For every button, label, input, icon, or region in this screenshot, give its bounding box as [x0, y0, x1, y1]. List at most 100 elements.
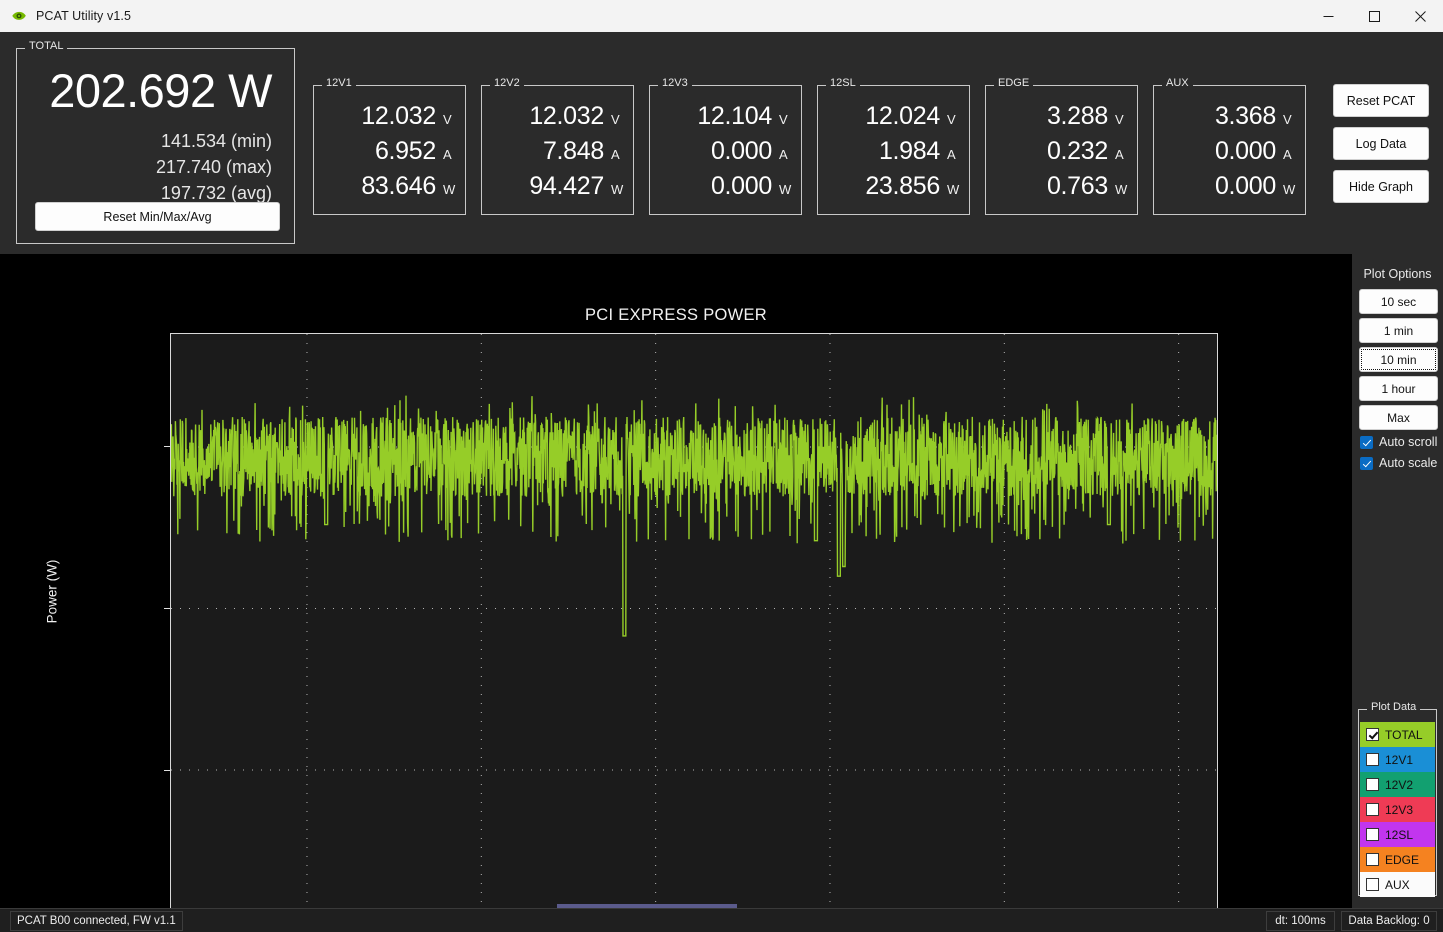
plot-data-item-12v1[interactable]: 12V1 [1360, 747, 1435, 772]
plot-data-item-aux[interactable]: AUX [1360, 872, 1435, 897]
plot-data-label: 12V2 [1385, 777, 1414, 792]
channel-current-value: 0.000 [1214, 137, 1276, 165]
chart-series-total [171, 395, 1217, 637]
nvidia-eye-logo-icon [11, 8, 27, 24]
plot-data-label: AUX [1385, 877, 1410, 892]
channel-current-value: 0.000 [710, 137, 772, 165]
close-button[interactable] [1397, 0, 1443, 32]
channel-voltage-unit: V [1115, 112, 1124, 127]
window-title: PCAT Utility v1.5 [36, 9, 132, 23]
plot-data-group: Plot Data TOTAL 12V1 12V2 12V3 12SL EDGE AUX [1358, 702, 1437, 897]
plot-data-item-total[interactable]: TOTAL [1360, 722, 1435, 747]
channel-current-row: 6.952 A [314, 137, 465, 166]
channel-current-row: 0.000 A [1154, 137, 1305, 166]
channel-power-value: 23.856 [865, 172, 940, 200]
auto-scroll-checkbox[interactable]: Auto scroll [1360, 435, 1437, 449]
channel-voltage-unit: V [779, 112, 788, 127]
plot-data-label: TOTAL [1385, 727, 1423, 742]
channel-group-12v1: 12V1 12.032 V 6.952 A 83.646 W [313, 78, 466, 215]
channel-voltage-value: 3.288 [1046, 102, 1108, 130]
channel-voltage-unit: V [947, 112, 956, 127]
sample-interval-status: dt: 100ms [1266, 911, 1335, 931]
auto-scroll-checkbox-box[interactable] [1360, 435, 1373, 449]
plot-data-checkbox[interactable] [1366, 778, 1379, 791]
auto-scale-checkbox-box[interactable] [1360, 456, 1373, 470]
channel-voltage-value: 12.032 [361, 102, 436, 130]
channel-voltage-row: 12.032 V [314, 102, 465, 131]
plot-data-label: 12SL [1385, 827, 1414, 842]
chart-canvas [171, 334, 1217, 932]
plot-range-button-10-min[interactable]: 10 min [1359, 347, 1438, 372]
reset-pcat-button[interactable]: Reset PCAT [1333, 84, 1429, 117]
plot-data-group-label: Plot Data [1367, 702, 1421, 713]
hide-graph-button[interactable]: Hide Graph [1333, 170, 1429, 203]
channel-voltage-value: 12.024 [865, 102, 940, 130]
plot-data-item-12sl[interactable]: 12SL [1360, 822, 1435, 847]
chart-gridlines [171, 334, 1217, 932]
plot-options-title: Plot Options [1363, 267, 1432, 281]
total-power-value: 202.692 W [49, 64, 272, 117]
channel-power-row: 23.856 W [818, 172, 969, 201]
plot-range-button-1-hour[interactable]: 1 hour [1359, 376, 1438, 401]
plot-data-checkbox[interactable] [1366, 828, 1379, 841]
plot-data-item-edge[interactable]: EDGE [1360, 847, 1435, 872]
channel-current-row: 1.984 A [818, 137, 969, 166]
plot-data-checkbox[interactable] [1366, 728, 1379, 741]
plot-data-checkbox[interactable] [1366, 753, 1379, 766]
plot-data-item-12v2[interactable]: 12V2 [1360, 772, 1435, 797]
plot-range-button-1-min[interactable]: 1 min [1359, 318, 1438, 343]
plot-data-label: EDGE [1385, 852, 1420, 867]
channel-current-row: 0.232 A [986, 137, 1137, 166]
channel-voltage-row: 3.368 V [1154, 102, 1305, 131]
chart-y-axis-label: Power (W) [44, 559, 60, 624]
total-avg-value: 197.732 (avg) [160, 183, 272, 203]
channel-label: 12V3 [658, 78, 692, 89]
channel-power-value: 0.000 [1214, 172, 1276, 200]
channel-current-value: 0.232 [1046, 137, 1108, 165]
channel-label: 12SL [826, 78, 860, 89]
auto-scroll-label: Auto scroll [1379, 435, 1438, 449]
total-group-label: TOTAL [25, 41, 68, 52]
channel-voltage-value: 12.032 [529, 102, 604, 130]
channel-current-value: 1.984 [878, 137, 940, 165]
plot-data-item-12v3[interactable]: 12V3 [1360, 797, 1435, 822]
channel-voltage-value: 3.368 [1214, 102, 1276, 130]
maximize-button[interactable] [1351, 0, 1397, 32]
plot-range-button-10-sec[interactable]: 10 sec [1359, 289, 1438, 314]
channel-voltage-row: 12.032 V [482, 102, 633, 131]
channel-power-value: 83.646 [361, 172, 436, 200]
channel-group-aux: AUX 3.368 V 0.000 A 0.000 W [1153, 78, 1306, 215]
channel-power-unit: W [443, 182, 456, 197]
plot-range-button-max[interactable]: Max [1359, 405, 1438, 430]
channel-current-row: 0.000 A [650, 137, 801, 166]
channel-voltage-value: 12.104 [697, 102, 772, 130]
minimize-button[interactable] [1305, 0, 1351, 32]
channel-label: 12V1 [322, 78, 356, 89]
channel-voltage-unit: V [443, 112, 452, 127]
channel-label: AUX [1162, 78, 1193, 89]
auto-scale-label: Auto scale [1379, 456, 1438, 470]
channel-power-value: 94.427 [529, 172, 604, 200]
reset-min-max-avg-button[interactable]: Reset Min/Max/Avg [35, 202, 280, 231]
chart-title: PCI EXPRESS POWER [584, 306, 768, 324]
channel-power-row: 94.427 W [482, 172, 633, 201]
channel-power-row: 83.646 W [314, 172, 465, 201]
channel-power-value: 0.000 [710, 172, 772, 200]
plot-data-checkbox[interactable] [1366, 878, 1379, 891]
plot-data-checkbox[interactable] [1366, 803, 1379, 816]
channel-power-unit: W [1283, 182, 1296, 197]
channel-power-row: 0.000 W [1154, 172, 1305, 201]
channel-label: 12V2 [490, 78, 524, 89]
log-data-button[interactable]: Log Data [1333, 127, 1429, 160]
readout-panel: TOTAL 202.692 W 141.534 (min) 217.740 (m… [0, 32, 1443, 254]
total-power-group: TOTAL 202.692 W 141.534 (min) 217.740 (m… [16, 41, 295, 244]
channel-group-edge: EDGE 3.288 V 0.232 A 0.763 W [985, 78, 1138, 215]
status-bar: PCAT B00 connected, FW v1.1 dt: 100ms Da… [0, 908, 1443, 932]
channel-power-unit: W [779, 182, 792, 197]
auto-scale-checkbox[interactable]: Auto scale [1360, 456, 1437, 470]
plot-data-checkbox[interactable] [1366, 853, 1379, 866]
plot-data-label: 12V3 [1385, 802, 1414, 817]
channel-group-12sl: 12SL 12.024 V 1.984 A 23.856 W [817, 78, 970, 215]
chart-plot-area[interactable] [170, 333, 1218, 932]
channel-group-12v2: 12V2 12.032 V 7.848 A 94.427 W [481, 78, 634, 215]
